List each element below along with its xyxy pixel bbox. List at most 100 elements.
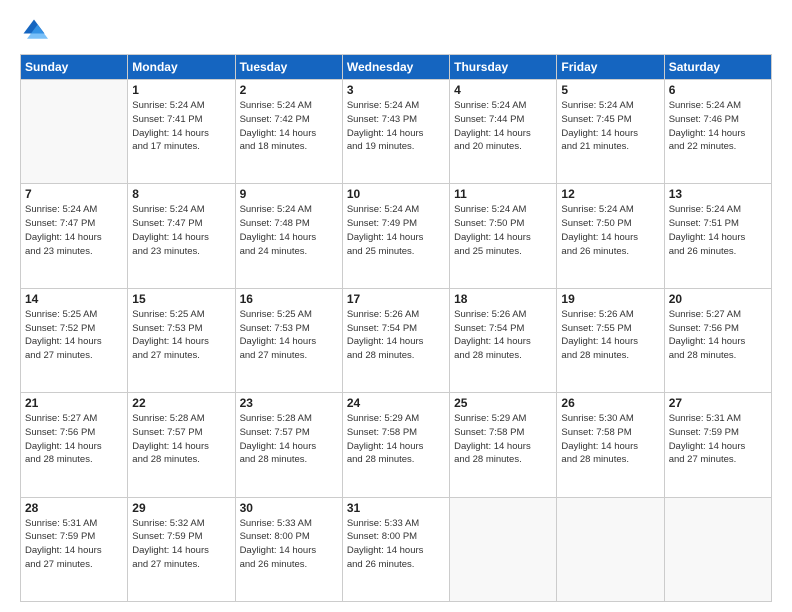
day-cell: 17 Sunrise: 5:26 AM Sunset: 7:54 PM Dayli…	[342, 288, 449, 392]
day-cell: 7 Sunrise: 5:24 AM Sunset: 7:47 PM Daylig…	[21, 184, 128, 288]
calendar-header: SundayMondayTuesdayWednesdayThursdayFrid…	[21, 55, 772, 80]
calendar-table: SundayMondayTuesdayWednesdayThursdayFrid…	[20, 54, 772, 602]
day-number: 25	[454, 396, 552, 410]
page: SundayMondayTuesdayWednesdayThursdayFrid…	[0, 0, 792, 612]
day-info: Sunrise: 5:26 AM Sunset: 7:54 PM Dayligh…	[454, 308, 552, 363]
day-cell: 18 Sunrise: 5:26 AM Sunset: 7:54 PM Dayli…	[450, 288, 557, 392]
day-number: 17	[347, 292, 445, 306]
day-cell: 6 Sunrise: 5:24 AM Sunset: 7:46 PM Daylig…	[664, 80, 771, 184]
day-number: 21	[25, 396, 123, 410]
day-cell	[21, 80, 128, 184]
day-cell: 20Sunrise: 5:27 AM Sunset: 7:56 PM Dayli…	[664, 288, 771, 392]
day-info: Sunrise: 5:28 AM Sunset: 7:57 PM Dayligh…	[240, 412, 338, 467]
day-cell: 15Sunrise: 5:25 AM Sunset: 7:53 PM Dayli…	[128, 288, 235, 392]
day-info: Sunrise: 5:24 AM Sunset: 7:50 PM Dayligh…	[454, 203, 552, 258]
day-cell: 5Sunrise: 5:24 AM Sunset: 7:45 PM Daylig…	[557, 80, 664, 184]
day-number: 1	[132, 83, 230, 97]
day-number: 10	[347, 187, 445, 201]
day-info: Sunrise: 5:24 AM Sunset: 7:48 PM Dayligh…	[240, 203, 338, 258]
day-number: 16	[240, 292, 338, 306]
day-number: 14	[25, 292, 123, 306]
day-cell: 21 Sunrise: 5:27 AM Sunset: 7:56 PM Dayli…	[21, 393, 128, 497]
day-number: 12	[561, 187, 659, 201]
day-info: Sunrise: 5:27 AM Sunset: 7:56 PM Dayligh…	[25, 412, 123, 467]
day-number: 23	[240, 396, 338, 410]
day-info: Sunrise: 5:24 AM Sunset: 7:41 PM Dayligh…	[132, 99, 230, 154]
day-info: Sunrise: 5:24 AM Sunset: 7:42 PM Dayligh…	[240, 99, 338, 154]
day-number: 19	[561, 292, 659, 306]
day-info: Sunrise: 5:25 AM Sunset: 7:53 PM Dayligh…	[240, 308, 338, 363]
day-cell: 26 Sunrise: 5:30 AM Sunset: 7:58 PM Dayli…	[557, 393, 664, 497]
day-cell	[664, 497, 771, 601]
day-info: Sunrise: 5:33 AM Sunset: 8:00 PM Dayligh…	[347, 517, 445, 572]
day-cell: 10Sunrise: 5:24 AM Sunset: 7:49 PM Dayli…	[342, 184, 449, 288]
day-info: Sunrise: 5:29 AM Sunset: 7:58 PM Dayligh…	[454, 412, 552, 467]
day-cell: 19 Sunrise: 5:26 AM Sunset: 7:55 PM Dayli…	[557, 288, 664, 392]
day-number: 6	[669, 83, 767, 97]
day-cell: 14 Sunrise: 5:25 AM Sunset: 7:52 PM Dayli…	[21, 288, 128, 392]
day-cell: 28 Sunrise: 5:31 AM Sunset: 7:59 PM Dayli…	[21, 497, 128, 601]
day-info: Sunrise: 5:31 AM Sunset: 7:59 PM Dayligh…	[25, 517, 123, 572]
day-number: 28	[25, 501, 123, 515]
day-info: Sunrise: 5:32 AM Sunset: 7:59 PM Dayligh…	[132, 517, 230, 572]
day-info: Sunrise: 5:24 AM Sunset: 7:46 PM Dayligh…	[669, 99, 767, 154]
day-cell: 8Sunrise: 5:24 AM Sunset: 7:47 PM Daylig…	[128, 184, 235, 288]
day-number: 3	[347, 83, 445, 97]
col-header-wednesday: Wednesday	[342, 55, 449, 80]
week-row-3: 14 Sunrise: 5:25 AM Sunset: 7:52 PM Dayli…	[21, 288, 772, 392]
logo-icon	[20, 16, 48, 44]
day-cell: 1 Sunrise: 5:24 AM Sunset: 7:41 PM Daylig…	[128, 80, 235, 184]
day-info: Sunrise: 5:24 AM Sunset: 7:47 PM Dayligh…	[25, 203, 123, 258]
week-row-4: 21 Sunrise: 5:27 AM Sunset: 7:56 PM Dayli…	[21, 393, 772, 497]
day-cell: 12 Sunrise: 5:24 AM Sunset: 7:50 PM Dayli…	[557, 184, 664, 288]
day-cell: 4 Sunrise: 5:24 AM Sunset: 7:44 PM Daylig…	[450, 80, 557, 184]
week-row-5: 28 Sunrise: 5:31 AM Sunset: 7:59 PM Dayli…	[21, 497, 772, 601]
day-cell	[557, 497, 664, 601]
day-number: 30	[240, 501, 338, 515]
day-cell: 29 Sunrise: 5:32 AM Sunset: 7:59 PM Dayli…	[128, 497, 235, 601]
day-info: Sunrise: 5:26 AM Sunset: 7:55 PM Dayligh…	[561, 308, 659, 363]
day-cell: 23 Sunrise: 5:28 AM Sunset: 7:57 PM Dayli…	[235, 393, 342, 497]
col-header-sunday: Sunday	[21, 55, 128, 80]
day-info: Sunrise: 5:24 AM Sunset: 7:45 PM Dayligh…	[561, 99, 659, 154]
header	[20, 16, 772, 44]
day-cell: 11 Sunrise: 5:24 AM Sunset: 7:50 PM Dayli…	[450, 184, 557, 288]
day-info: Sunrise: 5:24 AM Sunset: 7:43 PM Dayligh…	[347, 99, 445, 154]
day-cell: 27 Sunrise: 5:31 AM Sunset: 7:59 PM Dayli…	[664, 393, 771, 497]
day-number: 24	[347, 396, 445, 410]
col-header-thursday: Thursday	[450, 55, 557, 80]
day-number: 13	[669, 187, 767, 201]
day-cell	[450, 497, 557, 601]
day-cell: 30 Sunrise: 5:33 AM Sunset: 8:00 PM Dayli…	[235, 497, 342, 601]
day-info: Sunrise: 5:28 AM Sunset: 7:57 PM Dayligh…	[132, 412, 230, 467]
header-row: SundayMondayTuesdayWednesdayThursdayFrid…	[21, 55, 772, 80]
day-number: 15	[132, 292, 230, 306]
day-info: Sunrise: 5:29 AM Sunset: 7:58 PM Dayligh…	[347, 412, 445, 467]
day-info: Sunrise: 5:24 AM Sunset: 7:47 PM Dayligh…	[132, 203, 230, 258]
day-cell: 24 Sunrise: 5:29 AM Sunset: 7:58 PM Dayli…	[342, 393, 449, 497]
day-number: 4	[454, 83, 552, 97]
day-info: Sunrise: 5:24 AM Sunset: 7:51 PM Dayligh…	[669, 203, 767, 258]
day-info: Sunrise: 5:33 AM Sunset: 8:00 PM Dayligh…	[240, 517, 338, 572]
day-info: Sunrise: 5:24 AM Sunset: 7:44 PM Dayligh…	[454, 99, 552, 154]
day-number: 7	[25, 187, 123, 201]
day-cell: 2 Sunrise: 5:24 AM Sunset: 7:42 PM Daylig…	[235, 80, 342, 184]
day-info: Sunrise: 5:24 AM Sunset: 7:50 PM Dayligh…	[561, 203, 659, 258]
col-header-saturday: Saturday	[664, 55, 771, 80]
day-info: Sunrise: 5:26 AM Sunset: 7:54 PM Dayligh…	[347, 308, 445, 363]
col-header-tuesday: Tuesday	[235, 55, 342, 80]
day-cell: 25 Sunrise: 5:29 AM Sunset: 7:58 PM Dayli…	[450, 393, 557, 497]
day-cell: 31Sunrise: 5:33 AM Sunset: 8:00 PM Dayli…	[342, 497, 449, 601]
day-number: 29	[132, 501, 230, 515]
day-number: 27	[669, 396, 767, 410]
day-number: 11	[454, 187, 552, 201]
day-cell: 9Sunrise: 5:24 AM Sunset: 7:48 PM Daylig…	[235, 184, 342, 288]
day-number: 20	[669, 292, 767, 306]
day-info: Sunrise: 5:30 AM Sunset: 7:58 PM Dayligh…	[561, 412, 659, 467]
col-header-monday: Monday	[128, 55, 235, 80]
day-number: 26	[561, 396, 659, 410]
day-number: 18	[454, 292, 552, 306]
day-info: Sunrise: 5:25 AM Sunset: 7:52 PM Dayligh…	[25, 308, 123, 363]
day-info: Sunrise: 5:31 AM Sunset: 7:59 PM Dayligh…	[669, 412, 767, 467]
day-number: 2	[240, 83, 338, 97]
